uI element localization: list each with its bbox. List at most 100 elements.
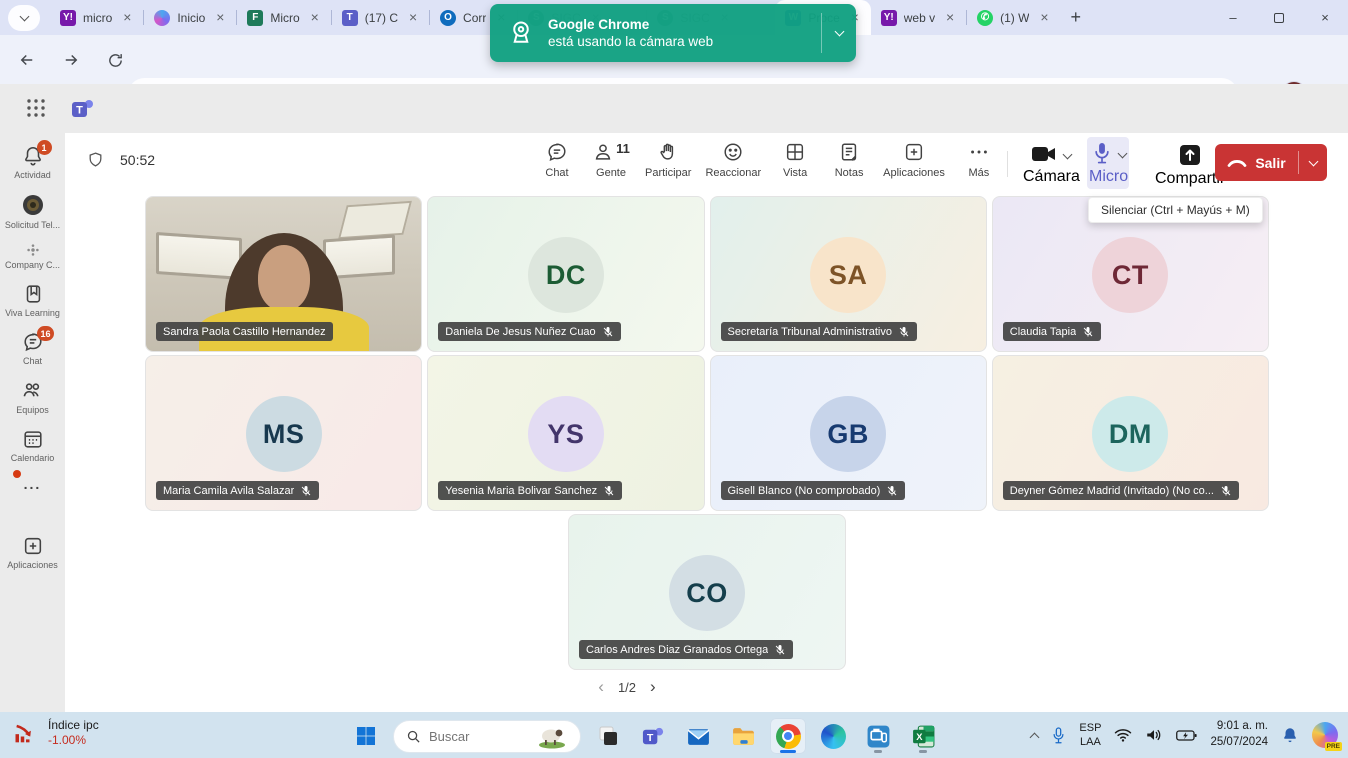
edge-icon — [821, 724, 846, 749]
leave-options-chevron[interactable] — [1299, 161, 1327, 165]
taskbar-excel-button[interactable]: X — [905, 718, 941, 754]
participant-tile[interactable]: MS Maria Camila Avila Salazar — [145, 355, 422, 511]
toolbar-raise-hand-button[interactable]: Participar — [645, 141, 691, 179]
browser-tab[interactable]: F Micro × — [237, 0, 330, 35]
sidebar-item-company[interactable]: Company C... — [0, 243, 65, 270]
toolbar-chat-button[interactable]: Chat — [537, 141, 577, 179]
toolbar-notes-button[interactable]: Notas — [829, 141, 869, 179]
taskbar-chrome-button[interactable] — [770, 718, 806, 754]
sidebar-item-aplicaciones[interactable]: Aplicaciones — [0, 535, 65, 570]
toolbar-apps-button[interactable]: Aplicaciones — [883, 141, 945, 179]
tray-mic-icon[interactable] — [1051, 726, 1066, 745]
task-view-button[interactable] — [590, 718, 626, 754]
browser-tab[interactable]: ✆ (1) W × — [967, 0, 1060, 35]
wifi-icon[interactable] — [1114, 728, 1132, 742]
participant-tile[interactable]: SA Secretaría Tribunal Administrativo — [710, 196, 987, 352]
forward-icon[interactable] — [56, 45, 86, 75]
volume-icon[interactable] — [1145, 727, 1163, 743]
taskbar-search-input[interactable] — [429, 729, 529, 744]
widget-title: Índice ipc — [48, 718, 99, 733]
avatar-initials: CO — [669, 555, 745, 631]
tab-close-icon[interactable]: × — [942, 10, 958, 26]
participant-tile[interactable]: YS Yesenia Maria Bolivar Sanchez — [427, 355, 704, 511]
mic-options-chevron[interactable] — [1117, 148, 1127, 158]
browser-tab[interactable]: Y! micro × — [50, 0, 143, 35]
camera-usage-notification[interactable]: Google Chrome está usando la cámara web — [490, 4, 856, 62]
share-screen-icon — [1178, 143, 1202, 167]
mic-off-icon — [300, 485, 312, 497]
tab-close-icon[interactable]: × — [119, 10, 135, 26]
avatar-initials: SA — [810, 237, 886, 313]
taskbar-teams-button[interactable]: T — [635, 718, 671, 754]
participant-tile[interactable]: CO Carlos Andres Diaz Granados Ortega — [568, 514, 846, 670]
participant-tile[interactable]: DC Daniela De Jesus Nuñez Cuao — [427, 196, 704, 352]
viva-learning-icon — [22, 283, 44, 305]
window-maximize-button[interactable] — [1256, 0, 1302, 35]
battery-charging-icon[interactable] — [1176, 729, 1197, 742]
svg-text:T: T — [646, 731, 653, 743]
participant-tile[interactable]: GB Gisell Blanco (No comprobado) — [710, 355, 987, 511]
next-page-icon[interactable]: › — [650, 677, 656, 697]
more-alert-dot — [13, 470, 21, 478]
mic-button[interactable]: Micro — [1089, 141, 1128, 186]
language-indicator[interactable]: ESP LAA — [1079, 721, 1101, 750]
camera-button[interactable]: Cámara — [1023, 143, 1080, 186]
prev-page-icon[interactable]: ‹ — [598, 677, 604, 697]
new-tab-button[interactable]: + — [1060, 7, 1091, 28]
sidebar-item-viva-learning[interactable]: Viva Learning — [0, 283, 65, 318]
toolbar-view-button[interactable]: Vista — [775, 141, 815, 179]
browser-tab[interactable]: Inicio × — [144, 0, 236, 35]
toolbar-react-button[interactable]: Reaccionar — [705, 141, 761, 179]
sidebar-item-more[interactable]: ... — [0, 476, 65, 494]
tray-expand-icon[interactable] — [1030, 732, 1040, 742]
browser-tab[interactable]: T (17) C × — [332, 0, 429, 35]
mic-off-icon — [602, 326, 614, 338]
camera-options-chevron[interactable] — [1063, 149, 1073, 159]
apps-plus-icon — [22, 535, 44, 557]
search-highlight-sheep-icon — [537, 723, 567, 749]
tab-close-icon[interactable]: × — [212, 10, 228, 26]
taskbar-edge-button[interactable] — [815, 718, 851, 754]
window-close-button[interactable]: × — [1302, 0, 1348, 35]
toolbar-people-button[interactable]: 11 Gente — [591, 141, 631, 179]
widget-value: -1.00% — [48, 733, 99, 748]
reload-icon[interactable] — [100, 45, 130, 75]
taskbar-clock[interactable]: 9:01 a. m. 25/07/2024 — [1210, 719, 1268, 750]
notification-title: Google Chrome — [548, 17, 821, 32]
tab-close-icon[interactable]: × — [405, 10, 421, 26]
participant-tile[interactable]: DM Deyner Gómez Madrid (Invitado) (No co… — [992, 355, 1269, 511]
leave-button[interactable]: Salir — [1215, 144, 1327, 181]
participant-name-pill: Gisell Blanco (No comprobado) — [721, 481, 906, 500]
sidebar-item-equipos[interactable]: Equipos — [0, 379, 65, 415]
tab-search-button[interactable] — [8, 5, 40, 31]
notification-bell-icon[interactable] — [1281, 726, 1299, 744]
browser-tab[interactable]: Y! web v × — [871, 0, 966, 35]
start-button[interactable] — [348, 718, 384, 754]
meeting-stage: 50:52 Chat 11 Gente Participar Reacciona… — [65, 133, 1348, 712]
app-launcher-icon[interactable] — [26, 98, 46, 118]
window-minimize-button[interactable]: – — [1210, 0, 1256, 35]
sidebar-item-chat[interactable]: 16 Chat — [0, 331, 65, 366]
activity-badge: 1 — [37, 140, 52, 155]
taskbar-explorer-button[interactable] — [725, 718, 761, 754]
taskbar-search-box[interactable] — [393, 720, 581, 753]
tab-close-icon[interactable]: × — [1036, 10, 1052, 26]
notification-expand-icon[interactable] — [822, 31, 856, 35]
taskbar-mail-button[interactable] — [680, 718, 716, 754]
toolbar-more-button[interactable]: Más — [959, 141, 999, 179]
page-indicator: 1/2 — [618, 680, 636, 695]
copilot-icon[interactable]: PRE — [1312, 722, 1338, 748]
whatsapp-icon: ✆ — [977, 10, 993, 26]
taskbar-scanner-button[interactable] — [860, 718, 896, 754]
windows-taskbar: Índice ipc -1.00% T — [0, 712, 1348, 758]
sidebar-item-actividad[interactable]: 1 Actividad — [0, 145, 65, 180]
tab-close-icon[interactable]: × — [307, 10, 323, 26]
taskbar-widget[interactable]: Índice ipc -1.00% — [12, 718, 99, 748]
chrome-icon — [776, 724, 801, 749]
hangup-phone-icon — [1227, 157, 1247, 169]
sidebar-item-calendario[interactable]: Calendario — [0, 428, 65, 463]
participant-tile-video[interactable]: Sandra Paola Castillo Hernandez — [145, 196, 422, 352]
back-icon[interactable] — [12, 45, 42, 75]
avatar-initials: GB — [810, 396, 886, 472]
sidebar-item-solicitud[interactable]: Solicitud Tel... — [0, 193, 65, 230]
